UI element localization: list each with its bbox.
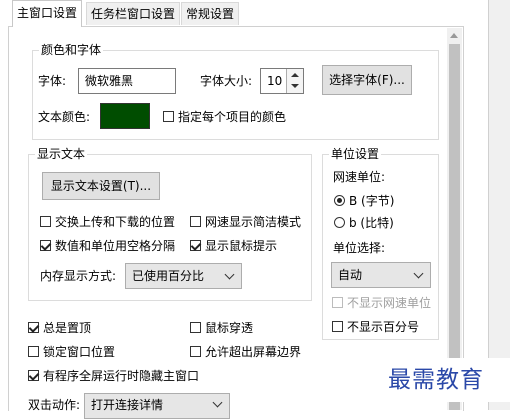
- always-on-top-label: 总是置顶: [43, 321, 92, 335]
- simple-mode-checkbox[interactable]: [190, 216, 201, 227]
- hide-fullscreen-label: 有程序全屏运行时隐藏主窗口: [43, 369, 200, 383]
- tab-bar: 主窗口设置 任务栏窗口设置 常规设置: [0, 0, 462, 28]
- simple-mode-label: 网速显示简洁模式: [205, 215, 302, 229]
- font-size-spinner[interactable]: [286, 69, 303, 93]
- memory-mode-select[interactable]: 已使用百分比: [125, 263, 242, 289]
- chevron-down-icon: [413, 268, 424, 279]
- mouse-tip-checkbox[interactable]: [190, 240, 201, 251]
- swap-position-checkbox[interactable]: [40, 216, 51, 227]
- tab-label: 主窗口设置: [17, 6, 78, 20]
- spin-up-icon[interactable]: [291, 73, 299, 77]
- chevron-down-icon: [224, 269, 235, 280]
- bit-radio[interactable]: [334, 217, 345, 228]
- group-title: 显示文本: [35, 147, 88, 161]
- chevron-down-icon: [212, 397, 223, 408]
- space-separator-checkbox[interactable]: [40, 240, 51, 251]
- byte-option-label: B (字节): [349, 194, 395, 208]
- per-item-color-checkbox[interactable]: [163, 111, 174, 122]
- window-edge: [488, 0, 510, 410]
- memory-mode-label: 内存显示方式:: [40, 269, 117, 283]
- mouse-through-checkbox[interactable]: [190, 322, 201, 333]
- per-item-color-label: 指定每个项目的颜色: [178, 110, 287, 124]
- tab-taskbar-window[interactable]: 任务栏窗口设置: [86, 2, 181, 25]
- text-color-label: 文本颜色:: [38, 110, 91, 124]
- group-title: 单位设置: [329, 147, 382, 161]
- font-size-field[interactable]: 10: [260, 68, 304, 94]
- memory-mode-value: 已使用百分比: [132, 269, 205, 283]
- unit-select-label: 单位选择:: [333, 241, 386, 255]
- byte-radio[interactable]: [334, 195, 345, 206]
- unit-select[interactable]: 自动: [331, 262, 431, 288]
- always-on-top-checkbox[interactable]: [28, 322, 39, 333]
- speed-unit-label: 网速单位:: [333, 170, 386, 184]
- font-size-value: 10: [267, 74, 283, 88]
- mouse-through-label: 鼠标穿透: [205, 321, 254, 335]
- unit-select-value: 自动: [338, 268, 363, 282]
- allow-offscreen-label: 允许超出屏幕边界: [205, 345, 302, 359]
- swap-position-label: 交换上传和下载的位置: [55, 215, 176, 229]
- tab-label: 常规设置: [186, 7, 235, 21]
- double-click-select[interactable]: 打开连接详情: [84, 393, 230, 419]
- display-text-settings-button[interactable]: 显示文本设置(T)...: [42, 172, 160, 200]
- hide-fullscreen-checkbox[interactable]: [28, 370, 39, 381]
- lock-position-checkbox[interactable]: [28, 346, 39, 357]
- spin-down-icon[interactable]: [291, 84, 299, 88]
- scroll-up-arrow-icon[interactable]: [450, 33, 458, 38]
- color-font-group: 颜色和字体: [32, 43, 439, 140]
- choose-font-button[interactable]: 选择字体(F)...: [322, 65, 412, 95]
- scrollbar-thumb[interactable]: [449, 44, 460, 410]
- space-separator-label: 数值和单位用空格分隔: [55, 239, 176, 253]
- tab-general[interactable]: 常规设置: [181, 2, 240, 25]
- group-title: 颜色和字体: [39, 43, 104, 57]
- mouse-tip-label: 显示鼠标提示: [205, 239, 278, 253]
- text-color-swatch[interactable]: [100, 103, 150, 129]
- tab-label: 任务栏窗口设置: [91, 7, 176, 21]
- hide-speed-unit-checkbox[interactable]: [332, 297, 343, 308]
- hide-percent-label: 不显示百分号: [347, 320, 420, 334]
- tab-main-window[interactable]: 主窗口设置: [12, 0, 83, 27]
- allow-offscreen-checkbox[interactable]: [190, 346, 201, 357]
- hide-percent-checkbox[interactable]: [332, 321, 343, 332]
- scrollbar[interactable]: [447, 28, 462, 410]
- font-name-field[interactable]: 微软雅黑: [78, 68, 176, 94]
- watermark-text: 最需教育: [388, 367, 484, 393]
- lock-position-label: 锁定窗口位置: [43, 345, 116, 359]
- hide-speed-unit-label: 不显示网速单位: [347, 296, 432, 310]
- font-label: 字体:: [38, 74, 67, 88]
- font-size-label: 字体大小:: [200, 74, 253, 88]
- bit-option-label: b (比特): [349, 216, 394, 230]
